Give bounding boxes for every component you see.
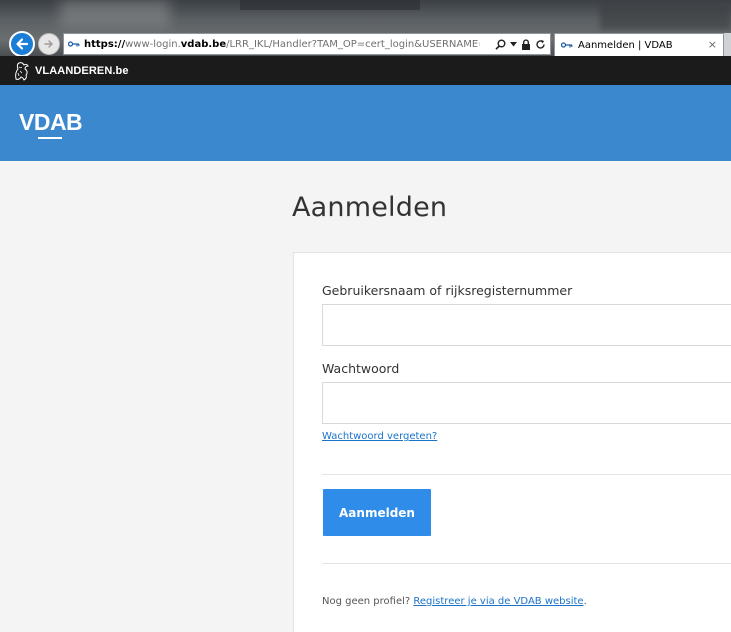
vlaanderen-link[interactable]: VLAANDEREN.be xyxy=(35,65,129,77)
dropdown-arrow-icon[interactable] xyxy=(510,41,517,47)
vdab-logo[interactable]: VDAB xyxy=(19,109,83,136)
no-profile-text: Nog geen profiel? xyxy=(322,596,411,607)
username-field[interactable] xyxy=(322,304,731,346)
background-blur xyxy=(60,0,170,28)
refresh-icon[interactable] xyxy=(535,39,546,50)
address-url: https://www-login. vdab.be/LRR_IKL/Handle… xyxy=(84,39,480,50)
back-button[interactable] xyxy=(9,31,35,57)
background-blur xyxy=(600,4,731,30)
address-bar[interactable]: https://www-login. vdab.be/LRR_IKL/Handle… xyxy=(63,33,551,55)
vlaanderen-bar: VLAANDEREN.be xyxy=(0,56,731,85)
page-title: Aanmelden xyxy=(292,192,448,223)
tab-title: Aanmelden | VDAB xyxy=(578,39,673,51)
logo-underline xyxy=(38,137,62,139)
username-label: Gebruikersnaam of rijksregisternummer xyxy=(322,283,573,298)
register-note: Nog geen profiel? Registreer je via de V… xyxy=(322,596,587,607)
new-tab-area[interactable] xyxy=(724,33,731,56)
forward-button[interactable] xyxy=(38,33,60,55)
forgot-password-link[interactable]: Wachtwoord vergeten? xyxy=(322,431,437,442)
password-label: Wachtwoord xyxy=(322,361,400,376)
divider xyxy=(322,474,731,475)
flemish-lion-icon[interactable] xyxy=(13,61,29,81)
background-blur xyxy=(240,0,420,10)
url-subdomain: www-login. xyxy=(125,38,181,50)
login-card: Gebruikersnaam of rijksregisternummer Wa… xyxy=(293,252,731,632)
url-protocol: https:// xyxy=(84,38,126,50)
lock-icon[interactable] xyxy=(521,38,531,50)
search-icon[interactable] xyxy=(495,39,506,50)
register-suffix: . xyxy=(583,596,587,607)
divider xyxy=(322,563,731,564)
key-icon xyxy=(561,41,573,49)
forward-icon xyxy=(44,40,53,48)
back-icon xyxy=(16,38,29,50)
address-bar-actions xyxy=(495,38,550,50)
password-field[interactable] xyxy=(322,382,731,424)
login-button[interactable]: Aanmelden xyxy=(323,489,431,536)
browser-tab-active[interactable]: Aanmelden | VDAB × xyxy=(554,33,724,56)
url-domain: vdab.be xyxy=(180,38,227,50)
register-link[interactable]: Registreer je via de VDAB website xyxy=(413,596,583,607)
browser-chrome: https://www-login. vdab.be/LRR_IKL/Handle… xyxy=(0,0,731,57)
close-icon[interactable]: × xyxy=(708,38,717,51)
key-icon xyxy=(67,37,81,51)
site-header: VDAB xyxy=(0,85,731,161)
url-path: /LRR_IKL/Handler?TAM_OP=cert_login&USERN… xyxy=(226,38,480,50)
